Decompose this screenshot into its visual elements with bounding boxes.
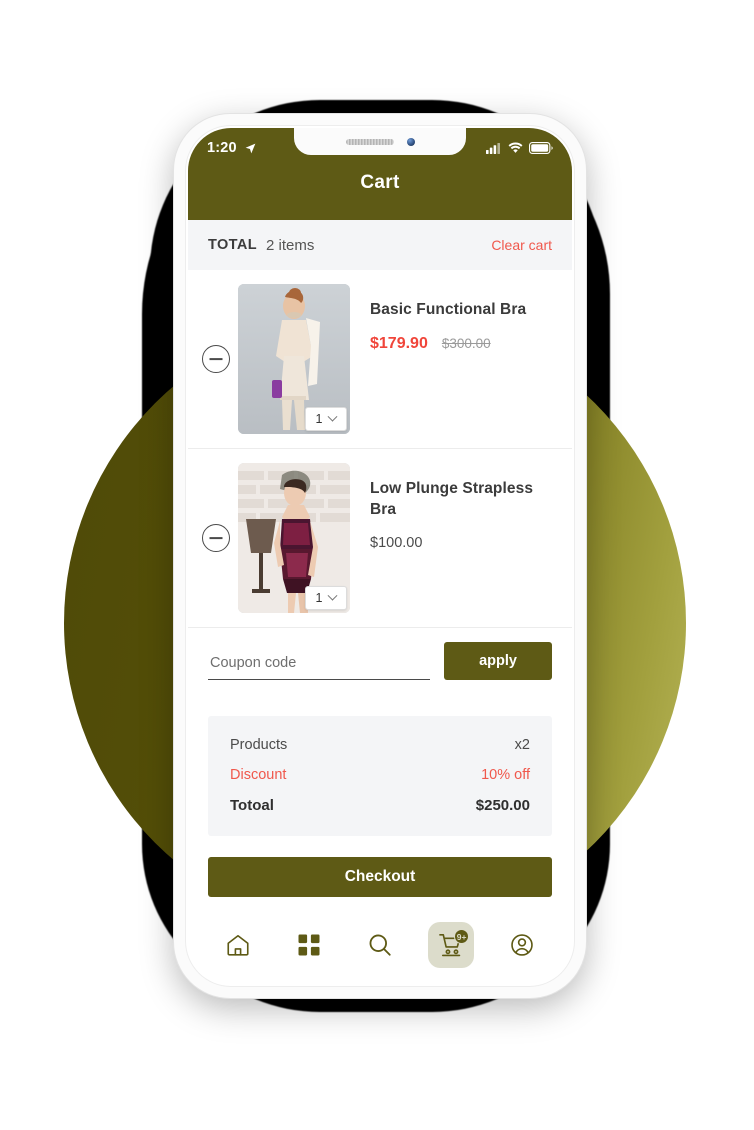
price-row: $100.00	[370, 535, 556, 551]
quantity-selector[interactable]: 1	[305, 586, 347, 610]
wifi-icon	[508, 142, 523, 153]
cart-item: 1 Basic Functional Bra $179.90 $300.00	[188, 270, 572, 449]
product-old-price: $300.00	[441, 335, 491, 351]
bottom-navigation: 9+	[188, 912, 572, 984]
coupon-section: apply	[188, 628, 572, 684]
clear-cart-button[interactable]: Clear cart	[491, 237, 552, 253]
items-count: 2 items	[265, 236, 315, 254]
chevron-down-icon	[328, 590, 338, 601]
profile-icon	[511, 934, 534, 956]
apply-coupon-button[interactable]: apply	[444, 642, 552, 680]
cart-total-bar: TOTAL 2 items Clear cart	[188, 220, 572, 270]
product-thumbnail[interactable]: 1	[238, 284, 350, 434]
cart-body: 1 Basic Functional Bra $179.90 $300.00 1…	[188, 270, 572, 912]
product-price: $100.00	[370, 534, 423, 551]
page-title: Cart	[360, 172, 400, 193]
product-name: Low Plunge Strapless Bra	[370, 480, 534, 518]
nav-item-categories[interactable]	[286, 922, 332, 968]
summary-key: Totoal	[230, 796, 274, 814]
phone-frame: 1:20 Cart TOTAL 2 items Clear cart 1 Bas…	[174, 114, 586, 998]
cart-item: 1 Low Plunge Strapless Bra $100.00	[188, 449, 572, 628]
phone-notch	[294, 128, 466, 155]
total-label: TOTAL	[208, 237, 257, 253]
front-camera-icon	[406, 137, 415, 146]
grid-icon	[298, 934, 320, 956]
summary-row-discount: Discount 10% off	[230, 760, 530, 790]
nav-item-search[interactable]	[357, 922, 403, 968]
summary-key: Products	[230, 737, 288, 753]
minus-circle-icon[interactable]	[202, 345, 230, 373]
app-header: 1:20 Cart	[188, 128, 572, 220]
quantity-value: 1	[315, 412, 323, 426]
nav-item-profile[interactable]	[499, 922, 545, 968]
summary-row-total: Totoal $250.00	[230, 790, 530, 820]
home-icon	[227, 934, 249, 956]
cart-badge: 9+	[454, 929, 470, 944]
nav-item-cart[interactable]: 9+	[428, 922, 475, 968]
summary-value: $250.00	[475, 796, 530, 814]
chevron-down-icon	[328, 411, 338, 422]
checkout-button[interactable]: Checkout	[208, 857, 552, 897]
summary-row-products: Products x2	[230, 730, 530, 760]
price-row: $179.90 $300.00	[370, 335, 556, 353]
earpiece-speaker-icon	[345, 138, 394, 145]
order-summary: Products x2 Discount 10% off Totoal $250…	[208, 716, 552, 836]
phone-screen: 1:20 Cart TOTAL 2 items Clear cart 1 Bas…	[188, 128, 572, 984]
coupon-input[interactable]	[208, 649, 430, 680]
battery-full-icon	[529, 142, 553, 154]
status-bar-right	[486, 142, 553, 154]
summary-value: x2	[514, 737, 530, 753]
quantity-selector[interactable]: 1	[305, 407, 347, 431]
nav-item-home[interactable]	[215, 922, 261, 968]
summary-key: Discount	[230, 767, 287, 783]
product-price: $179.90	[370, 334, 428, 352]
status-time: 1:20	[207, 140, 237, 156]
search-icon	[369, 934, 391, 956]
location-arrow-icon	[245, 143, 256, 153]
product-info: Basic Functional Bra $179.90 $300.00	[350, 284, 556, 353]
status-bar-left: 1:20	[207, 140, 257, 156]
minus-circle-icon[interactable]	[202, 524, 230, 552]
summary-value: 10% off	[481, 767, 530, 783]
product-name: Basic Functional Bra	[370, 301, 527, 318]
phone-bezel: 1:20 Cart TOTAL 2 items Clear cart 1 Bas…	[185, 125, 575, 987]
product-info: Low Plunge Strapless Bra $100.00	[350, 463, 556, 551]
cellular-signal-icon	[486, 143, 500, 154]
quantity-value: 1	[315, 591, 323, 605]
product-thumbnail[interactable]: 1	[238, 463, 350, 613]
screenshot-canvas: 1:20 Cart TOTAL 2 items Clear cart 1 Bas…	[0, 0, 754, 1130]
